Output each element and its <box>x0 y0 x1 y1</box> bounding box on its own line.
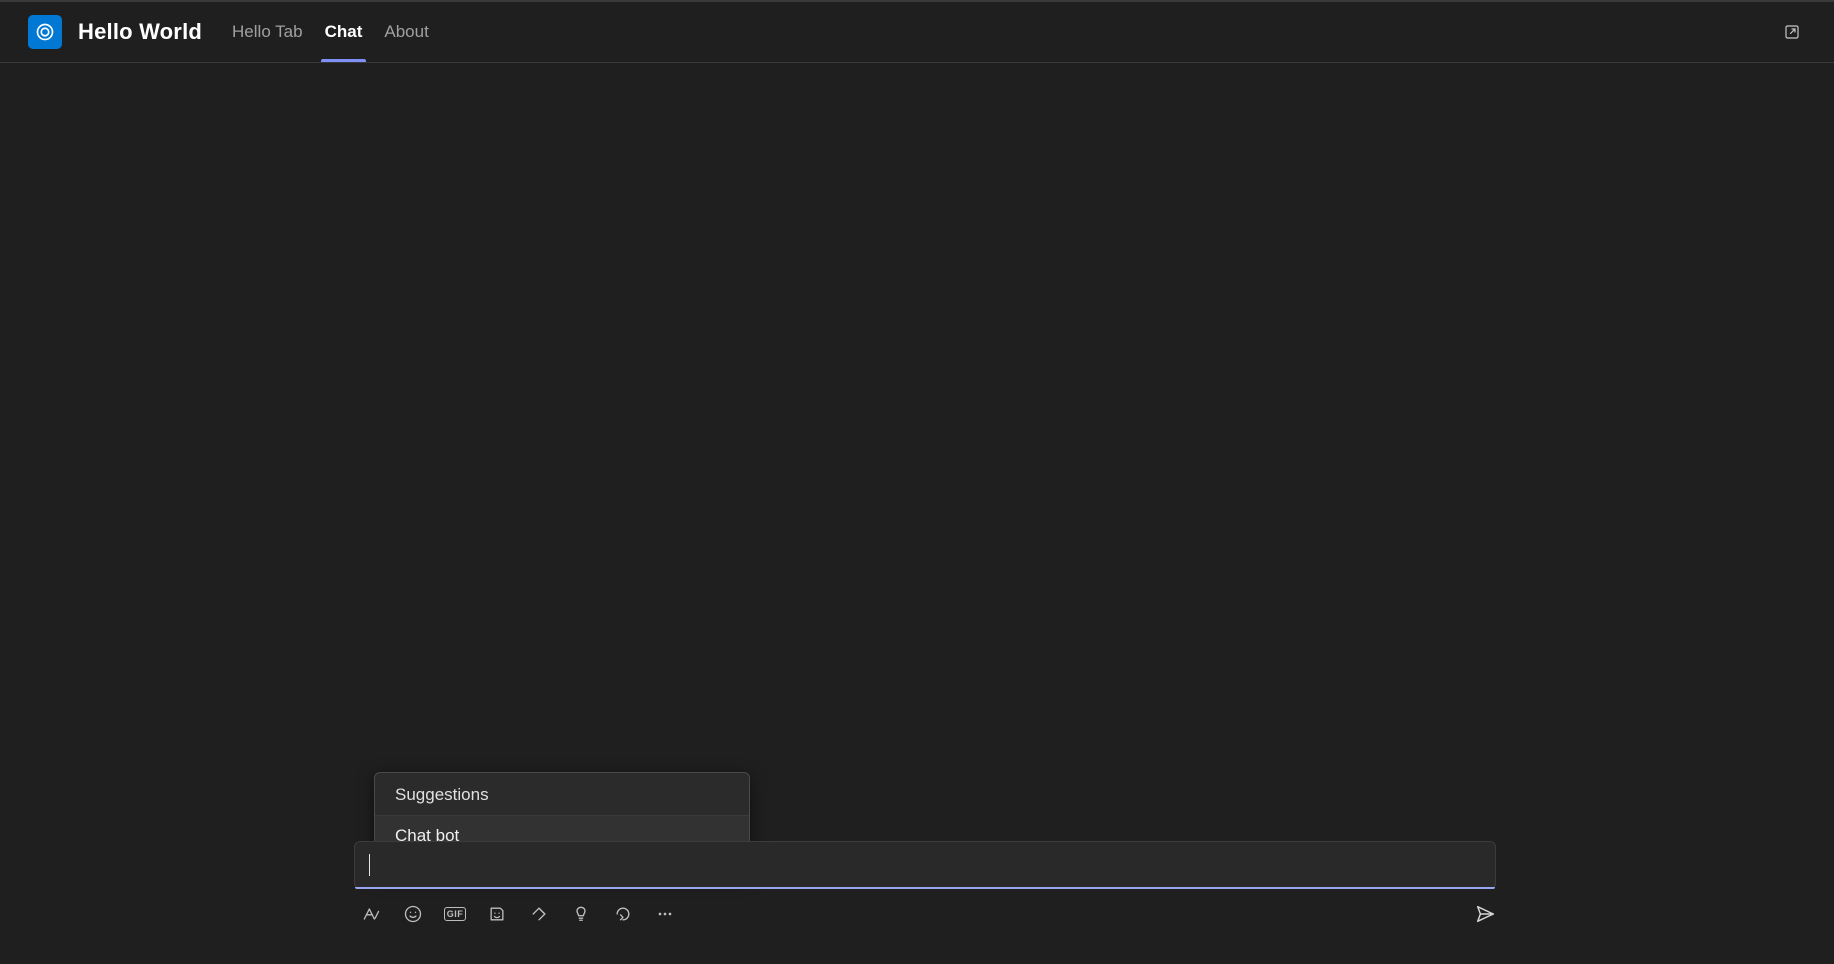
more-icon[interactable] <box>654 903 676 925</box>
bulb-icon[interactable] <box>570 903 592 925</box>
compose-toolbar: GIF <box>354 903 1496 925</box>
send-button[interactable] <box>1474 903 1496 925</box>
app-title: Hello World <box>78 19 202 45</box>
tab-bar: Hello Tab Chat About <box>224 2 443 62</box>
chat-area: Suggestions Chat bot Allows users to cha… <box>0 63 1834 964</box>
tab-chat[interactable]: Chat <box>317 2 371 62</box>
compose-focus-underline <box>355 887 1495 889</box>
gif-icon[interactable]: GIF <box>444 903 466 925</box>
loop-icon[interactable] <box>612 903 634 925</box>
tab-hello-tab[interactable]: Hello Tab <box>224 2 311 62</box>
message-compose-box[interactable] <box>354 841 1496 889</box>
suggestions-header: Suggestions <box>375 773 749 816</box>
text-cursor <box>369 854 370 876</box>
format-icon[interactable] <box>360 903 382 925</box>
emoji-icon[interactable] <box>402 903 424 925</box>
sticker-icon[interactable] <box>486 903 508 925</box>
app-logo <box>28 15 62 49</box>
tab-about[interactable]: About <box>376 2 436 62</box>
app-header: Hello World Hello Tab Chat About <box>0 2 1834 63</box>
extension-icon[interactable] <box>528 903 550 925</box>
message-input[interactable] <box>372 855 1481 875</box>
popout-icon[interactable] <box>1776 16 1808 48</box>
compose-region: Suggestions Chat bot Allows users to cha… <box>354 841 1496 925</box>
